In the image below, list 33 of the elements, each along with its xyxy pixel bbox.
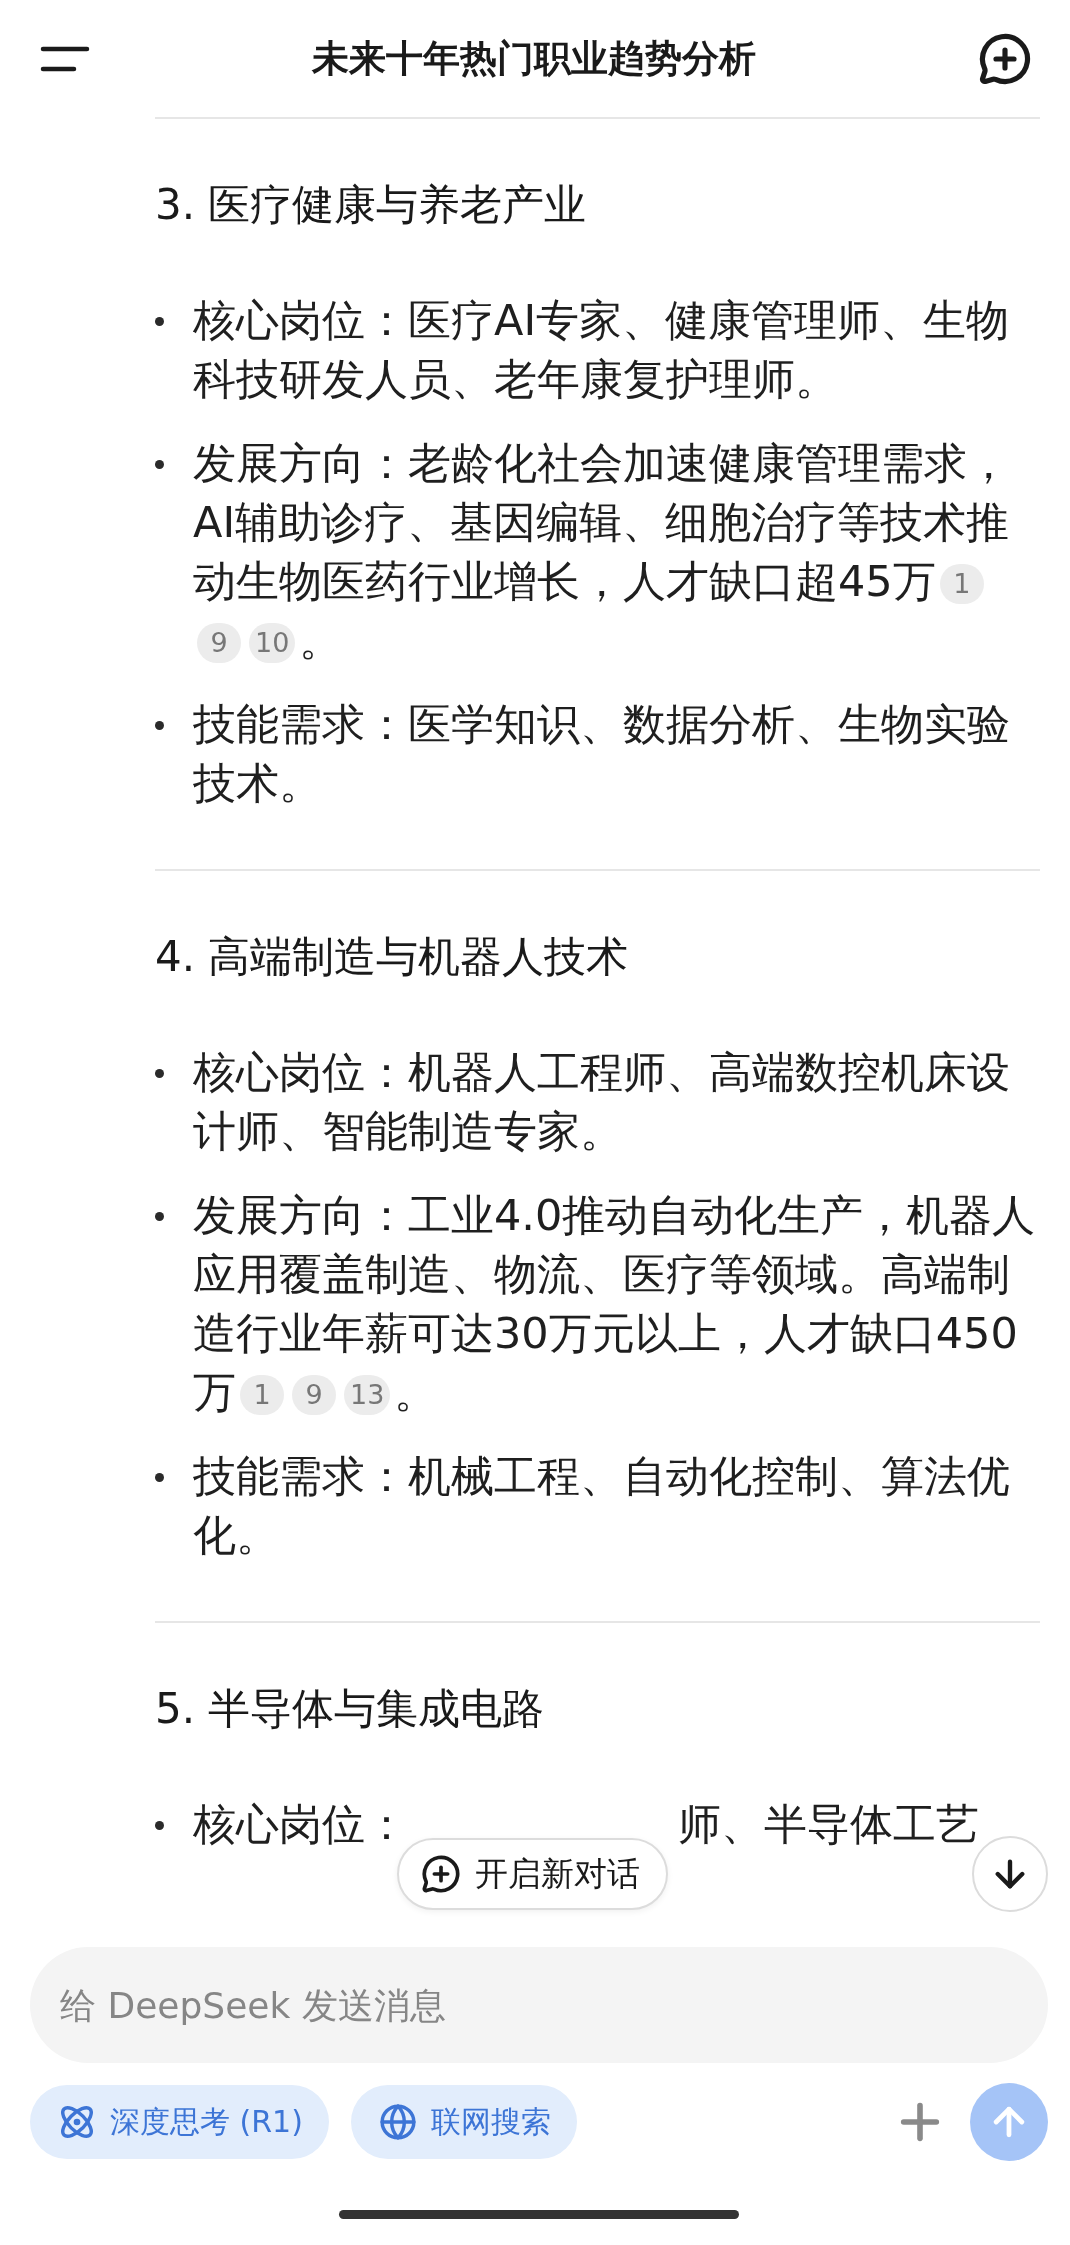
message-input[interactable]: 给 DeepSeek 发送消息 bbox=[30, 1947, 1048, 2063]
bullet-icon bbox=[155, 721, 164, 730]
new-chat-button[interactable]: 开启新对话 bbox=[397, 1838, 668, 1910]
new-chat-icon bbox=[421, 1854, 461, 1894]
bullet-icon bbox=[155, 1069, 164, 1078]
bullet-text: 核心岗位：机器人工程师、高端数控机床设计师、智能制造专家。 bbox=[193, 1046, 1011, 1158]
menu-icon[interactable] bbox=[40, 45, 90, 72]
citation-link[interactable]: 1 bbox=[939, 564, 984, 604]
toggle-button[interactable]: 深度思考 (R1) bbox=[30, 2085, 329, 2159]
bullet-icon bbox=[155, 1212, 164, 1221]
bullet-text: 发展方向：工业4.0推动自动化生产，机器人应用覆盖制造、物流、医疗等领域。高端制造行业年薪可达30万元以上，人才缺口450万 1 9 13 。 bbox=[193, 1189, 1037, 1419]
section-heading: 4. 高端制造与机器人技术 bbox=[155, 931, 630, 983]
citation-link[interactable]: 10 bbox=[249, 623, 296, 663]
bullet-icon bbox=[155, 460, 164, 469]
toggle-button[interactable]: 联网搜索 bbox=[350, 2085, 577, 2159]
bullet-text: 技能需求：医学知识、数据分析、生物实验技术。 bbox=[193, 698, 1011, 810]
citation-link[interactable]: 13 bbox=[344, 1375, 391, 1415]
bullet-icon bbox=[155, 317, 164, 326]
section-heading: 3. 医疗健康与养老产业 bbox=[155, 179, 588, 231]
atom-icon bbox=[58, 2103, 96, 2141]
bullet-text: 师、半导体工艺 bbox=[678, 1798, 979, 1851]
section-heading: 5. 半导体与集成电路 bbox=[155, 1683, 546, 1735]
citation-link[interactable]: 1 bbox=[240, 1375, 284, 1415]
new-chat-icon[interactable] bbox=[978, 31, 1032, 86]
globe-icon bbox=[378, 2103, 417, 2141]
bullet-text: 发展方向：老龄化社会加速健康管理需求，AI辅助诊疗、基因编辑、细胞治疗等技术推动生物医药行业增长，人才缺口超45万 1 9 10 。 bbox=[193, 437, 1011, 667]
window-title: 未来十年热门职业趋势分析 bbox=[312, 35, 756, 82]
bullet-text: 技能需求：机械工程、自动化控制、算法优化。 bbox=[193, 1450, 1011, 1562]
bullet-icon bbox=[155, 1473, 164, 1482]
bullet-icon bbox=[155, 1821, 164, 1830]
citation-link[interactable]: 9 bbox=[292, 1375, 336, 1415]
citation-link[interactable]: 9 bbox=[197, 623, 241, 663]
bullet-text: 核心岗位：医疗AI专家、健康管理师、生物科技研发人员、老年康复护理师。 bbox=[193, 294, 1011, 406]
